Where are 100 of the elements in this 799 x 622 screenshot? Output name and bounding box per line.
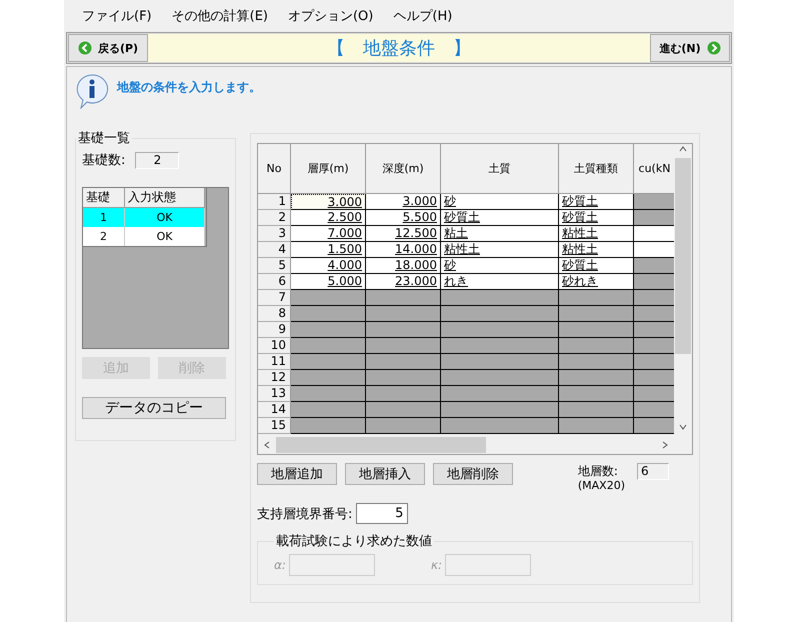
scrollbar-thumb[interactable]	[276, 437, 486, 453]
table-cell[interactable]: 7.000	[291, 226, 366, 242]
table-cell[interactable]	[441, 290, 559, 306]
table-cell[interactable]: 粘性土	[559, 242, 634, 258]
table-cell[interactable]	[559, 418, 634, 434]
menu-item[interactable]: その他の計算(E)	[164, 7, 276, 25]
add-layer-button[interactable]: 地層追加	[257, 463, 337, 485]
table-cell[interactable]	[634, 402, 674, 418]
copy-data-button[interactable]: データのコピー	[82, 397, 226, 419]
table-cell[interactable]: 砂れき	[559, 274, 634, 290]
table-cell[interactable]	[559, 322, 634, 338]
table-cell[interactable]	[366, 386, 441, 402]
table-cell[interactable]	[441, 306, 559, 322]
menu-item[interactable]: ファイル(F)	[74, 7, 160, 25]
table-cell[interactable]	[291, 402, 366, 418]
table-cell[interactable]	[559, 354, 634, 370]
table-cell[interactable]	[634, 386, 674, 402]
table-cell[interactable]: 4.000	[291, 258, 366, 274]
table-cell[interactable]	[366, 402, 441, 418]
table-cell[interactable]	[366, 370, 441, 386]
table-cell[interactable]: 粘性土	[559, 226, 634, 242]
scrollbar-thumb[interactable]	[675, 158, 692, 354]
table-cell[interactable]: 12.500	[366, 226, 441, 242]
table-cell[interactable]	[634, 338, 674, 354]
next-button[interactable]: 進む(N)	[650, 34, 730, 62]
table-cell[interactable]	[291, 338, 366, 354]
page-title: 【 地盤条件 】	[148, 34, 650, 62]
table-cell[interactable]	[634, 274, 674, 290]
table-cell[interactable]	[634, 290, 674, 306]
table-cell[interactable]	[366, 306, 441, 322]
table-cell[interactable]	[291, 322, 366, 338]
table-cell[interactable]: 2.500	[291, 210, 366, 226]
alpha-field[interactable]	[288, 554, 375, 576]
delete-layer-button[interactable]: 地層削除	[433, 463, 513, 485]
table-cell[interactable]: 3.000	[291, 194, 366, 210]
table-cell[interactable]	[634, 194, 674, 210]
table-cell[interactable]: OK	[125, 227, 205, 246]
table-cell[interactable]: 14.000	[366, 242, 441, 258]
table-cell[interactable]	[559, 306, 634, 322]
table-cell[interactable]	[366, 354, 441, 370]
table-cell[interactable]	[291, 370, 366, 386]
row-number: 12	[258, 370, 291, 386]
table-cell[interactable]: 5.000	[291, 274, 366, 290]
table-cell[interactable]: OK	[125, 208, 205, 227]
table-cell[interactable]: 砂	[441, 258, 559, 274]
table-cell[interactable]: 粘土	[441, 226, 559, 242]
scroll-down-icon[interactable]	[678, 422, 688, 432]
support-layer-field[interactable]: 5	[356, 503, 408, 524]
kappa-field[interactable]	[445, 554, 532, 576]
table-cell[interactable]	[634, 418, 674, 434]
table-cell[interactable]	[634, 370, 674, 386]
scroll-up-icon[interactable]	[678, 144, 688, 154]
table-cell[interactable]	[291, 290, 366, 306]
table-cell[interactable]: 砂質土	[559, 210, 634, 226]
table-cell[interactable]	[291, 418, 366, 434]
table-cell[interactable]: 18.000	[366, 258, 441, 274]
table-cell[interactable]	[634, 210, 674, 226]
table-cell[interactable]	[634, 354, 674, 370]
table-cell[interactable]: 砂質土	[441, 210, 559, 226]
table-cell[interactable]	[441, 354, 559, 370]
table-cell[interactable]: 1	[83, 208, 125, 227]
table-cell[interactable]	[291, 386, 366, 402]
table-cell[interactable]	[634, 242, 674, 258]
table-cell[interactable]	[559, 402, 634, 418]
table-cell[interactable]: 2	[83, 227, 125, 246]
table-cell[interactable]	[441, 322, 559, 338]
table-cell[interactable]	[366, 290, 441, 306]
table-cell[interactable]: 3.000	[366, 194, 441, 210]
table-cell[interactable]: 砂質土	[559, 258, 634, 274]
table-cell[interactable]: 粘性土	[441, 242, 559, 258]
table-cell[interactable]	[634, 226, 674, 242]
table-cell[interactable]	[559, 338, 634, 354]
table-cell[interactable]	[559, 386, 634, 402]
table-cell[interactable]	[634, 258, 674, 274]
table-cell[interactable]: 23.000	[366, 274, 441, 290]
back-button[interactable]: 戻る(P)	[68, 34, 148, 62]
table-cell[interactable]	[366, 338, 441, 354]
table-cell[interactable]	[634, 306, 674, 322]
table-cell[interactable]: れき	[441, 274, 559, 290]
table-cell[interactable]	[441, 370, 559, 386]
table-cell[interactable]	[441, 402, 559, 418]
table-cell[interactable]	[559, 290, 634, 306]
table-cell[interactable]	[366, 322, 441, 338]
table-cell[interactable]	[441, 418, 559, 434]
table-cell[interactable]	[441, 386, 559, 402]
table-cell[interactable]: 砂質土	[559, 194, 634, 210]
scroll-left-icon[interactable]	[262, 440, 272, 450]
menu-item[interactable]: オプション(O)	[280, 7, 382, 25]
table-cell[interactable]	[366, 418, 441, 434]
table-cell[interactable]	[634, 322, 674, 338]
insert-layer-button[interactable]: 地層挿入	[345, 463, 425, 485]
table-cell[interactable]: 5.500	[366, 210, 441, 226]
scroll-right-icon[interactable]	[660, 440, 670, 450]
table-cell[interactable]	[291, 306, 366, 322]
menu-item[interactable]: ヘルプ(H)	[385, 7, 460, 25]
table-cell[interactable]	[441, 338, 559, 354]
table-cell[interactable]: 砂	[441, 194, 559, 210]
table-cell[interactable]	[559, 370, 634, 386]
table-cell[interactable]: 1.500	[291, 242, 366, 258]
table-cell[interactable]	[291, 354, 366, 370]
